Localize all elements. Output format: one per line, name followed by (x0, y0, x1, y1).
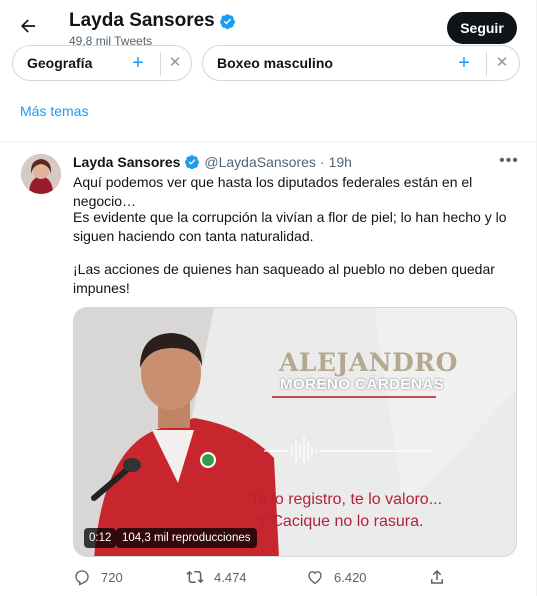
share-button[interactable] (428, 568, 446, 586)
tweet-paragraph: Aquí podemos ver que hasta los diputados… (73, 174, 473, 209)
reply-count: 720 (101, 569, 123, 585)
retweet-count: 4.474 (214, 569, 247, 585)
profile-name-text: Layda Sansores (69, 10, 215, 31)
chip-divider (486, 52, 487, 76)
arrow-left-icon (21, 19, 36, 33)
topic-chip-boxeo-masculino[interactable]: Boxeo masculino + ✕ (202, 45, 520, 81)
tweet-separator: · (319, 154, 325, 170)
avatar[interactable] (21, 154, 61, 194)
tweet-video[interactable]: ALEJANDRO MORENO CÁRDENAS Te lo registro… (73, 307, 517, 557)
like-button[interactable]: 6.420 (306, 568, 367, 586)
tweet-header: Layda Sansores @LaydaSansores · 19h (73, 154, 352, 170)
profile-timeline: Layda Sansores 49,8 mil Tweets Seguir Ge… (0, 0, 537, 596)
follow-button[interactable]: Seguir (447, 12, 517, 44)
video-name-line1: ALEJANDRO (279, 348, 458, 377)
like-count: 6.420 (334, 569, 367, 585)
retweet-icon (186, 570, 204, 584)
verified-badge-icon (185, 155, 200, 170)
tweet-time[interactable]: 19h (329, 154, 352, 170)
tweet-paragraph: Es evidente que la corrupción la vivían … (73, 209, 507, 244)
topic-chip-label: Geografía (27, 55, 93, 71)
video-views: 104,3 mil reproducciones (116, 528, 257, 548)
reply-button[interactable]: 720 (73, 568, 123, 586)
more-topics-link[interactable]: Más temas (20, 103, 88, 119)
video-caption-line1: Te lo registro, te lo valoro... (249, 491, 443, 508)
chip-divider (160, 52, 161, 76)
close-icon[interactable]: ✕ (166, 54, 184, 72)
heart-icon (308, 571, 322, 585)
plus-icon[interactable]: + (128, 53, 148, 73)
tweet-author-name[interactable]: Layda Sansores (73, 154, 180, 170)
share-icon (431, 569, 443, 584)
video-name-underline (272, 396, 436, 398)
topic-chip-geografia[interactable]: Geografía + ✕ (12, 45, 192, 81)
avatar-image (21, 154, 61, 194)
video-name-line2: MORENO CÁRDENAS (280, 376, 445, 393)
close-icon[interactable]: ✕ (493, 54, 511, 72)
video-duration: 0:12 (84, 528, 117, 548)
retweet-button[interactable]: 4.474 (186, 568, 247, 586)
plus-icon[interactable]: + (454, 53, 474, 73)
section-divider (0, 141, 537, 142)
more-options-icon[interactable]: ••• (498, 152, 520, 172)
tweet-paragraph: ¡Las acciones de quienes han saqueado al… (73, 261, 495, 296)
profile-header: Layda Sansores 49,8 mil Tweets Seguir (0, 0, 537, 50)
topic-chip-label: Boxeo masculino (217, 55, 333, 71)
profile-name: Layda Sansores (69, 10, 236, 32)
tweet-handle[interactable]: @LaydaSansores (204, 154, 316, 170)
back-button[interactable] (14, 12, 42, 40)
reply-icon (75, 570, 89, 586)
verified-badge-icon (219, 13, 235, 29)
